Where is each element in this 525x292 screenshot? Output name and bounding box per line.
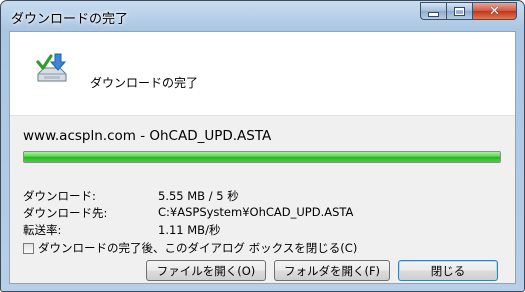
- caption-buttons: ✕: [420, 2, 517, 21]
- minimize-icon: [428, 11, 439, 17]
- download-complete-window: ダウンロードの完了 ✕ ダウンロードの完了 www.acspln.com - O…: [0, 0, 525, 292]
- title-bar[interactable]: ダウンロードの完了 ✕: [1, 1, 524, 31]
- window-title: ダウンロードの完了: [11, 12, 129, 27]
- minimize-button[interactable]: [420, 2, 446, 20]
- progress-fill: [24, 152, 500, 162]
- dialog-client-area: ダウンロードの完了 www.acspln.com - OhCAD_UPD.AST…: [9, 31, 516, 284]
- downloaded-label: ダウンロード:: [23, 189, 96, 203]
- close-button[interactable]: 閉じる: [398, 260, 498, 281]
- open-folder-button[interactable]: フォルダを開く(F): [274, 260, 390, 281]
- downloaded-value: 5.55 MB / 5 秒: [158, 189, 239, 203]
- close-on-complete-label[interactable]: ダウンロードの完了後、このダイアログ ボックスを閉じる(C): [38, 240, 357, 256]
- maximize-icon: [454, 6, 465, 16]
- close-window-button[interactable]: ✕: [472, 2, 517, 20]
- close-icon: ✕: [489, 3, 500, 19]
- destination-value: C:¥ASPSystem¥OhCAD_UPD.ASTA: [158, 205, 354, 219]
- downloaded-row: ダウンロード: 5.55 MB / 5 秒: [23, 188, 239, 204]
- transfer-rate-label: 転送率:: [23, 223, 62, 237]
- download-details: www.acspln.com - OhCAD_UPD.ASTA ダウンロード: …: [10, 116, 515, 283]
- download-progress-bar: [23, 151, 501, 163]
- header-title: ダウンロードの完了: [90, 76, 199, 90]
- destination-label: ダウンロード先:: [23, 206, 108, 220]
- transfer-rate-value: 1.11 MB/秒: [158, 223, 221, 237]
- open-file-button[interactable]: ファイルを開く(O): [146, 260, 266, 281]
- maximize-button[interactable]: [446, 2, 472, 20]
- download-filename: www.acspln.com - OhCAD_UPD.ASTA: [23, 128, 272, 144]
- close-on-complete-checkbox[interactable]: [23, 242, 34, 254]
- download-complete-icon: [36, 53, 67, 82]
- close-on-complete-option[interactable]: ダウンロードの完了後、このダイアログ ボックスを閉じる(C): [23, 240, 357, 256]
- transfer-rate-row: 転送率: 1.11 MB/秒: [23, 222, 220, 238]
- destination-row: ダウンロード先: C:¥ASPSystem¥OhCAD_UPD.ASTA: [23, 205, 353, 221]
